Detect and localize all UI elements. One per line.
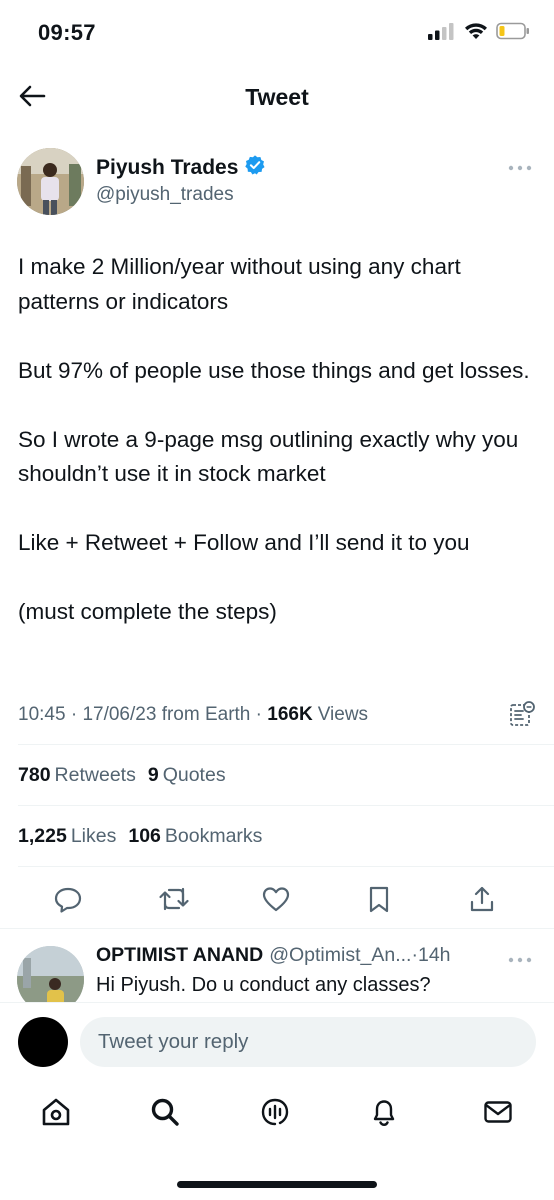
tweet-paragraph: So I wrote a 9-page msg outlining exactl… [18, 426, 519, 487]
reply-icon [53, 884, 83, 919]
tweet-paragraph: Like + Retweet + Follow and I’ll send it… [18, 530, 470, 555]
battery-icon [496, 22, 530, 45]
reply-input[interactable] [80, 1017, 536, 1067]
more-options-button[interactable] [506, 158, 534, 176]
spaces-icon [259, 1096, 291, 1133]
tweet-paragraph: I make 2 Million/year without using any … [18, 254, 461, 314]
reply-text: Hi Piyush. Do u conduct any classes? [96, 974, 431, 996]
bookmarks-stat[interactable]: 106 Bookmarks [128, 825, 262, 848]
meta-separator: · [250, 704, 268, 725]
like-icon [261, 884, 291, 919]
reply-author-name[interactable]: OPTIMIST ANAND [96, 944, 263, 967]
verified-badge-icon [244, 154, 266, 181]
share-button[interactable] [465, 884, 499, 918]
status-bar: 09:57 [0, 0, 554, 70]
tab-search[interactable] [147, 1096, 183, 1132]
home-indicator [177, 1181, 377, 1188]
retweets-count: 780 [18, 763, 51, 786]
tweet-date[interactable]: 17/06/23 [82, 704, 156, 726]
tweet-paragraph: (must complete the steps) [18, 599, 277, 624]
author-avatar[interactable] [17, 148, 84, 215]
stats-row-likes: 1,225 Likes 106 Bookmarks [18, 821, 262, 851]
retweet-button[interactable] [157, 884, 191, 918]
retweet-icon [158, 884, 190, 919]
tab-messages[interactable] [480, 1096, 516, 1132]
share-icon [467, 884, 497, 919]
likes-label: Likes [70, 824, 117, 847]
messages-icon [482, 1096, 514, 1133]
reply-header: OPTIMIST ANAND @Optimist_An... · 14h [96, 944, 516, 967]
divider [0, 928, 554, 929]
author-name[interactable]: Piyush Trades [96, 156, 238, 180]
status-icons [428, 22, 530, 45]
more-dots-icon [508, 158, 532, 176]
reply-author-handle[interactable]: @Optimist_An... [269, 944, 411, 967]
cellular-signal-icon [428, 22, 456, 45]
tab-notifications[interactable] [366, 1096, 402, 1132]
tweet-author: Piyush Trades @piyush_trades [0, 148, 554, 218]
notifications-icon [368, 1096, 400, 1133]
tweet-source: from Earth [161, 704, 251, 725]
views-count: 166K [267, 704, 313, 725]
top-navigation: Tweet [0, 72, 554, 124]
quotes-stat[interactable]: 9 Quotes [148, 764, 226, 787]
search-icon [149, 1096, 181, 1133]
current-user-avatar[interactable] [18, 1017, 68, 1067]
quotes-count: 9 [147, 763, 159, 786]
reply-button[interactable] [51, 884, 85, 918]
more-dots-icon [508, 950, 532, 968]
retweets-stat[interactable]: 780 Retweets [18, 764, 136, 787]
tab-spaces[interactable] [257, 1096, 293, 1132]
analytics-icon [508, 701, 536, 732]
retweets-label: Retweets [54, 763, 136, 786]
reply-more-button[interactable] [506, 952, 534, 966]
wifi-icon [464, 22, 488, 45]
likes-count: 1,225 [18, 824, 67, 847]
divider [18, 805, 554, 806]
page-title: Tweet [245, 84, 309, 110]
stats-row-retweets: 780 Retweets 9 Quotes [18, 760, 226, 790]
bookmarks-label: Bookmarks [164, 824, 263, 847]
author-name-wrap: Piyush Trades [96, 154, 266, 181]
divider [18, 866, 554, 867]
author-handle[interactable]: @piyush_trades [96, 184, 234, 206]
tweet-actions [0, 880, 554, 920]
reply-time: 14h [417, 944, 451, 966]
analytics-button[interactable] [508, 700, 536, 728]
bottom-tab-bar [0, 1082, 554, 1146]
likes-stat[interactable]: 1,225 Likes [18, 825, 116, 848]
tab-home[interactable] [38, 1096, 74, 1132]
tweet-paragraph: But 97% of people use those things and g… [18, 357, 530, 383]
tweet-text: I make 2 Million/year without using any … [18, 250, 538, 630]
reply-item[interactable]: OPTIMIST ANAND @Optimist_An... · 14h Hi … [0, 930, 554, 1002]
tweet-time[interactable]: 10:45 [18, 704, 66, 726]
bookmark-button[interactable] [362, 884, 396, 918]
bookmarks-count: 106 [128, 824, 161, 847]
reply-composer [0, 1002, 554, 1074]
tweet-meta: 10:45 · 17/06/23 from Earth · 166K Views [18, 700, 538, 730]
divider [18, 744, 554, 745]
status-time: 09:57 [38, 20, 96, 45]
like-button[interactable] [259, 884, 293, 918]
meta-separator: · [65, 704, 83, 725]
bookmark-icon [364, 884, 394, 919]
views-label: Views [317, 704, 369, 725]
home-icon [40, 1096, 72, 1133]
reply-avatar[interactable] [17, 946, 84, 1002]
quotes-label: Quotes [162, 763, 226, 786]
